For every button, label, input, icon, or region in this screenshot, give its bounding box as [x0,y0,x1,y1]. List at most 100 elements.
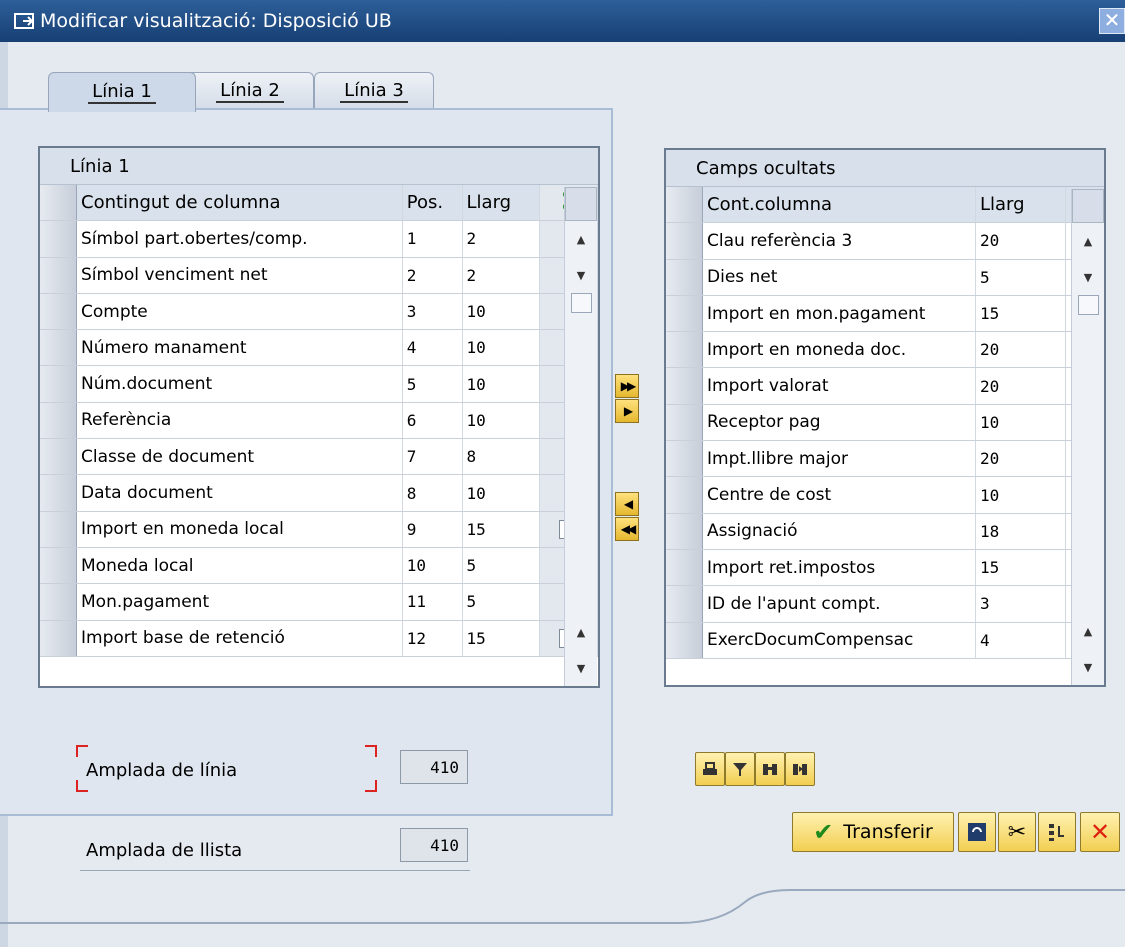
column-content-cell[interactable]: Mon.pagament [77,584,403,620]
move-right-icon[interactable]: ▶ [615,399,639,423]
scroll-up-icon[interactable]: ▲ [1072,223,1104,259]
length-cell[interactable]: 10 [976,477,1066,513]
position-cell[interactable]: 8 [403,475,463,511]
position-cell[interactable]: 4 [403,330,463,366]
column-content-cell[interactable]: Receptor pag [703,404,976,441]
row-select-button[interactable] [666,223,703,259]
tab-line-2[interactable]: Línia 2 [186,72,314,110]
row-select-button[interactable] [666,477,703,513]
column-content-cell[interactable]: Número manament [77,330,403,366]
column-content-cell[interactable]: Símbol venciment net [77,257,403,293]
position-cell[interactable]: 6 [403,402,463,439]
column-content-cell[interactable]: Import valorat [703,368,976,404]
length-cell[interactable]: 15 [463,511,541,547]
length-cell[interactable]: 10 [463,402,541,439]
scroll-up-bottom-icon[interactable]: ▲ [1072,613,1104,649]
length-cell[interactable]: 20 [976,332,1066,368]
length-cell[interactable]: 10 [976,404,1066,441]
length-cell[interactable]: 2 [463,221,541,257]
tab-line-1[interactable]: Línia 1 [48,72,196,112]
grid-settings-button[interactable] [565,187,597,221]
find-next-icon[interactable] [785,752,815,786]
header-content[interactable]: Contingut de columna [77,185,403,221]
row-select-button[interactable] [40,366,77,402]
length-cell[interactable]: 10 [463,330,541,366]
position-cell[interactable]: 10 [403,547,463,584]
left-scrollbar[interactable]: ▲ ▼ ▲ ▼ [564,187,597,686]
row-select-button[interactable] [666,441,703,477]
column-content-cell[interactable]: Núm.document [77,366,403,402]
find-icon[interactable] [755,752,785,786]
column-content-cell[interactable]: Referència [77,402,403,439]
scroll-thumb[interactable] [1077,295,1099,315]
row-select-button[interactable] [40,475,77,511]
tab-line-3[interactable]: Línia 3 [314,72,434,110]
header-length[interactable]: Llarg [976,187,1066,223]
row-select-button[interactable] [40,439,77,475]
position-cell[interactable]: 1 [403,221,463,257]
refresh-icon[interactable] [958,812,996,852]
column-content-cell[interactable]: Import en mon.pagament [703,295,976,332]
position-cell[interactable]: 11 [403,584,463,620]
row-select-button[interactable] [40,620,77,656]
scroll-down-icon[interactable]: ▼ [1072,259,1104,295]
length-cell[interactable]: 20 [976,223,1066,259]
row-select-button[interactable] [666,622,703,658]
length-cell[interactable]: 2 [463,257,541,293]
length-cell[interactable]: 10 [463,366,541,402]
length-cell[interactable]: 5 [976,259,1066,295]
header-position[interactable]: Pos. [403,185,463,221]
column-content-cell[interactable]: Import en moneda local [77,511,403,547]
column-content-cell[interactable]: Impt.llibre major [703,441,976,477]
position-cell[interactable]: 2 [403,257,463,293]
row-select-button[interactable] [666,368,703,404]
right-scrollbar[interactable]: ▲ ▼ ▲ ▼ [1071,189,1104,685]
filter-icon[interactable] [725,752,755,786]
move-all-left-icon[interactable]: ◀◀ [615,517,639,541]
row-select-button[interactable] [40,293,77,330]
row-select-button[interactable] [666,259,703,295]
row-select-button[interactable] [666,586,703,622]
move-all-right-icon[interactable]: ▶▶ [615,374,639,398]
select-all-button[interactable] [666,187,703,223]
length-cell[interactable]: 20 [976,441,1066,477]
print-icon[interactable] [695,752,725,786]
column-content-cell[interactable]: ID de l'apunt compt. [703,586,976,622]
row-select-button[interactable] [40,584,77,620]
column-content-cell[interactable]: Import en moneda doc. [703,332,976,368]
length-cell[interactable]: 10 [463,475,541,511]
row-select-button[interactable] [40,257,77,293]
scroll-down-bottom-icon[interactable]: ▼ [565,650,597,686]
row-select-button[interactable] [666,295,703,332]
length-cell[interactable]: 15 [463,620,541,656]
length-cell[interactable]: 20 [976,368,1066,404]
cancel-icon[interactable]: ✕ [1080,812,1120,852]
length-cell[interactable]: 18 [976,513,1066,549]
column-content-cell[interactable]: Assignació [703,513,976,549]
move-left-icon[interactable]: ◀ [615,492,639,516]
position-cell[interactable]: 3 [403,293,463,330]
scroll-up-icon[interactable]: ▲ [565,221,597,257]
column-content-cell[interactable]: Símbol part.obertes/comp. [77,221,403,257]
length-cell[interactable]: 5 [463,584,541,620]
row-select-button[interactable] [40,511,77,547]
length-cell[interactable]: 3 [976,586,1066,622]
scroll-down-bottom-icon[interactable]: ▼ [1072,649,1104,685]
column-content-cell[interactable]: Centre de cost [703,477,976,513]
cut-icon[interactable]: ✂ [998,812,1036,852]
row-select-button[interactable] [666,332,703,368]
row-select-button[interactable] [666,404,703,441]
row-select-button[interactable] [40,547,77,584]
length-cell[interactable]: 15 [976,295,1066,332]
column-content-cell[interactable]: Clau referència 3 [703,223,976,259]
scroll-up-bottom-icon[interactable]: ▲ [565,614,597,650]
header-content[interactable]: Cont.columna [703,187,976,223]
column-content-cell[interactable]: Import base de retenció [77,620,403,656]
position-cell[interactable]: 9 [403,511,463,547]
column-content-cell[interactable]: Data document [77,475,403,511]
transfer-button[interactable]: ✔ Transferir [792,812,954,852]
row-select-button[interactable] [666,513,703,549]
scroll-thumb[interactable] [570,293,592,313]
column-content-cell[interactable]: Dies net [703,259,976,295]
position-cell[interactable]: 5 [403,366,463,402]
